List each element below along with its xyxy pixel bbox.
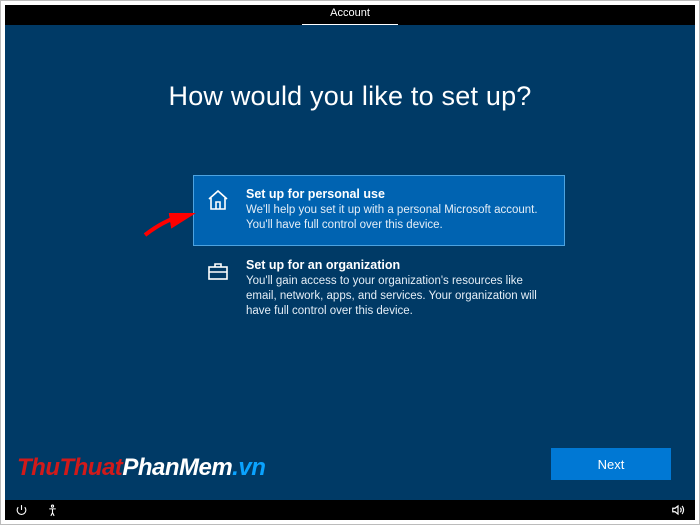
option-organization[interactable]: Set up for an organization You'll gain a… — [193, 246, 565, 332]
power-icon[interactable] — [15, 504, 28, 517]
option-personal-description: We'll help you set it up with a personal… — [246, 203, 552, 233]
accessibility-icon[interactable] — [46, 504, 59, 517]
option-personal-use[interactable]: Set up for personal use We'll help you s… — [193, 175, 565, 246]
step-tabs: Account — [302, 5, 398, 25]
window-frame: Account How would you like to set up? Se… — [0, 0, 700, 525]
next-button[interactable]: Next — [551, 448, 671, 480]
setup-step-header: Account — [5, 5, 695, 25]
option-organization-description: You'll gain access to your organization'… — [246, 274, 552, 319]
watermark-logo: ThuThuatPhanMem.vn — [17, 454, 265, 482]
setup-options-list: Set up for personal use We'll help you s… — [193, 175, 565, 332]
tab-account[interactable]: Account — [302, 4, 398, 26]
red-arrow-annotation — [143, 213, 199, 241]
option-personal-title: Set up for personal use — [246, 186, 552, 203]
taskbar — [5, 500, 695, 520]
main-panel: How would you like to set up? Set up for… — [5, 25, 695, 500]
option-organization-title: Set up for an organization — [246, 257, 552, 274]
home-icon — [206, 186, 232, 233]
briefcase-icon — [206, 257, 232, 319]
page-title: How would you like to set up? — [5, 81, 695, 112]
volume-icon[interactable] — [671, 503, 685, 517]
